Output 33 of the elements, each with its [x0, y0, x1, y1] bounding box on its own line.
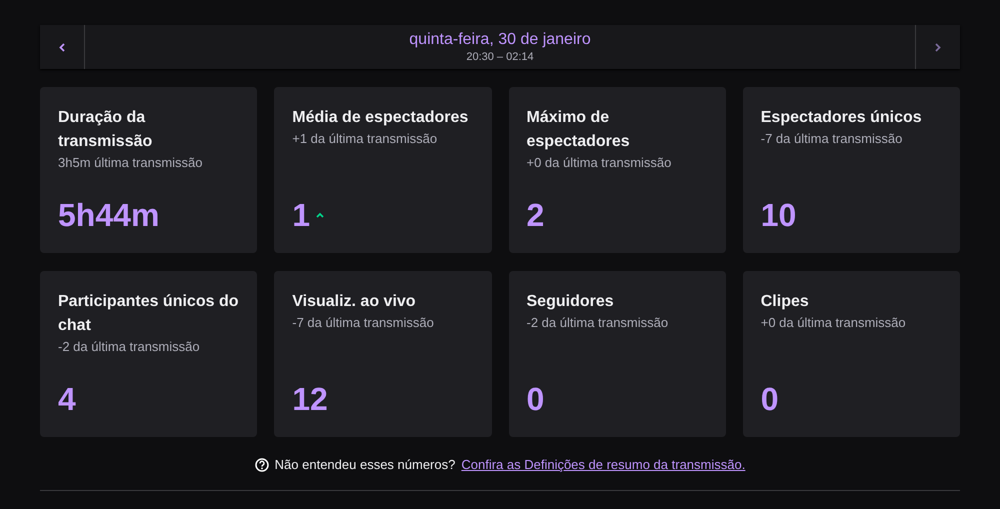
stream-time-range: 20:30 – 02:14: [466, 50, 534, 64]
stat-title: Duração da transmissão: [58, 108, 154, 152]
stat-value: 5h44m: [58, 197, 160, 233]
stat-comparison: -2 da última transmissão: [58, 338, 201, 356]
stat-title: Máximo de espectadores: [526, 108, 631, 152]
help-question: Não entendeu esses números?: [274, 457, 456, 472]
stat-comparison: -7 da última transmissão: [292, 314, 435, 332]
stat-title: Espectadores únicos: [760, 108, 923, 128]
stat-comparison: 3h5m última transmissão: [58, 154, 204, 172]
stat-title: Seguidores: [526, 292, 615, 312]
previous-button[interactable]: [40, 25, 85, 69]
stat-value: 2: [526, 197, 544, 233]
stat-title: Visualiz. ao vivo: [292, 292, 417, 312]
stream-date: quinta-feira, 30 de janeiro: [409, 30, 591, 50]
stat-comparison: -7 da última transmissão: [760, 130, 904, 148]
stat-comparison: -2 da última transmissão: [526, 314, 670, 332]
stat-value: 0: [760, 381, 779, 417]
stat-value: 1: [292, 197, 310, 233]
stat-comparison: +1 da última transmissão: [292, 130, 438, 148]
next-button[interactable]: [915, 25, 960, 69]
stat-value: 10: [760, 197, 796, 233]
chevron-left-icon: [59, 42, 65, 52]
definitions-link[interactable]: Confira as Definições de resumo da transmissão.: [461, 457, 746, 472]
stat-title: Média de espectadores: [292, 108, 470, 128]
stat-comparison: +0 da última transmissão: [526, 154, 672, 172]
stat-title: Clipes: [760, 292, 810, 312]
help-icon: [254, 458, 269, 472]
stat-value: 12: [292, 381, 328, 417]
stat-comparison: +0 da última transmissão: [760, 314, 907, 332]
stat-value: 4: [58, 381, 76, 417]
stat-value: 0: [526, 381, 544, 417]
chevron-right-icon: [935, 42, 941, 52]
stat-title: Participantes únicos do chat: [58, 292, 240, 336]
